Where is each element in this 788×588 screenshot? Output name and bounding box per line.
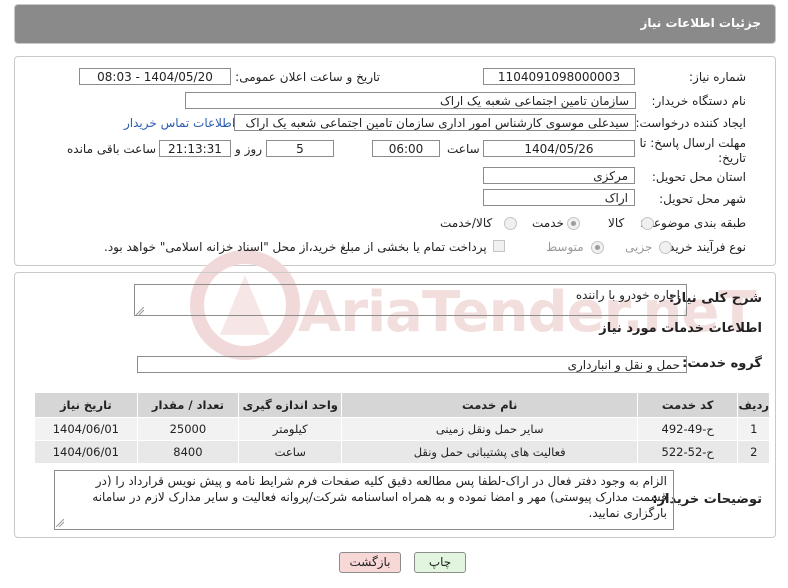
category-radio-goods[interactable]: [641, 217, 654, 230]
buyer-org-label: نام دستگاه خریدار:: [651, 94, 747, 108]
col-qty: تعداد / مقدار: [136, 392, 240, 418]
purchase-radio-minor[interactable]: [659, 241, 672, 254]
remaining-time-field: 21:13:31: [159, 140, 231, 157]
creator-field: سیدعلی موسوی کارشناس امور اداری سازمان ت…: [234, 114, 636, 131]
province-label: استان محل تحویل:: [651, 170, 746, 184]
summary-textarea[interactable]: اجاره خودرو با راننده: [134, 284, 687, 316]
page-title: جزئیات اطلاعات نیاز: [640, 16, 761, 30]
province-field: مرکزی: [483, 167, 635, 184]
treasury-checkbox[interactable]: [493, 240, 505, 252]
table-row: 2 ح-52-522 فعالیت های پشتیبانی حمل ونقل …: [34, 440, 770, 464]
cell-code: ح-52-522: [636, 440, 739, 464]
announce-label: تاریخ و ساعت اعلان عمومی:: [235, 70, 380, 84]
category-option-goods: کالا: [608, 216, 625, 230]
category-label: طبقه بندی موضوعی:: [639, 216, 746, 230]
service-group-field: حمل و نقل و انبارداری: [137, 356, 687, 373]
deadline-label: مهلت ارسال پاسخ: تا: [639, 136, 746, 150]
deadline-time-label: ساعت: [447, 142, 480, 156]
cell-date: 1404/06/01: [34, 440, 138, 464]
resize-handle-icon[interactable]: [136, 307, 144, 315]
page-header: جزئیات اطلاعات نیاز: [14, 4, 776, 44]
need-number-field: 1104091098000003: [483, 68, 635, 85]
print-button[interactable]: چاپ: [414, 552, 466, 573]
col-unit: واحد اندازه گیری: [238, 392, 343, 418]
table-row: 1 ح-49-492 سایر حمل ونقل زمینی کیلومتر 2…: [34, 417, 770, 441]
cell-row: 1: [737, 417, 770, 441]
category-option-service: خدمت: [532, 216, 564, 230]
purchase-option-medium: متوسط: [546, 240, 584, 254]
days-field: 5: [266, 140, 334, 157]
cell-name: سایر حمل ونقل زمینی: [341, 417, 638, 441]
category-radio-service[interactable]: [567, 217, 580, 230]
buyer-contact-link[interactable]: اطلاعات تماس خریدار: [124, 116, 235, 130]
announce-field: 1404/05/20 - 08:03: [79, 68, 231, 85]
col-date: تاریخ نیاز: [34, 392, 138, 418]
cell-unit: ساعت: [238, 440, 343, 464]
col-name: نام خدمت: [341, 392, 638, 418]
need-info-panel: [14, 56, 776, 266]
deadline-time-field: 06:00: [372, 140, 440, 157]
cell-unit: کیلومتر: [238, 417, 343, 441]
services-table: ردیف کد خدمت نام خدمت واحد اندازه گیری ت…: [34, 392, 770, 464]
col-code: کد خدمت: [636, 392, 739, 418]
cell-name: فعالیت های پشتیبانی حمل ونقل: [341, 440, 638, 464]
service-group-label: گروه خدمت:: [682, 356, 762, 371]
services-section-title: اطلاعات خدمات مورد نیاز: [599, 321, 762, 336]
remaining-label: ساعت باقی مانده: [67, 142, 157, 156]
table-header-row: ردیف کد خدمت نام خدمت واحد اندازه گیری ت…: [34, 392, 770, 418]
city-label: شهر محل تحویل:: [659, 192, 746, 206]
treasury-note: پرداخت تمام یا بخشی از مبلغ خرید،از محل …: [104, 240, 487, 254]
buyer-org-field: سازمان تامین اجتماعی شعبه یک اراک: [185, 92, 636, 109]
city-field: اراک: [483, 189, 635, 206]
col-row: ردیف: [737, 392, 770, 418]
need-number-label: شماره نیاز:: [689, 70, 746, 84]
category-option-both: کالا/خدمت: [440, 216, 493, 230]
deadline-date-label: تاریخ:: [718, 151, 746, 165]
cell-code: ح-49-492: [636, 417, 739, 441]
buyer-notes-textarea[interactable]: الزام به وجود دفتر فعال در اراک-لطفا پس …: [54, 470, 674, 530]
cell-date: 1404/06/01: [34, 417, 138, 441]
back-button[interactable]: بازگشت: [339, 552, 401, 573]
cell-qty: 8400: [136, 440, 240, 464]
category-radio-both[interactable]: [504, 217, 517, 230]
days-label: روز و: [235, 142, 262, 156]
cell-row: 2: [737, 440, 770, 464]
resize-handle-icon[interactable]: [56, 519, 64, 527]
purchase-radio-medium[interactable]: [591, 241, 604, 254]
creator-label: ایجاد کننده درخواست:: [635, 116, 746, 130]
deadline-date-field: 1404/05/26: [483, 140, 635, 157]
purchase-type-label: نوع فرآیند خرید :: [661, 240, 746, 254]
cell-qty: 25000: [136, 417, 240, 441]
purchase-option-minor: جزیی: [625, 240, 653, 254]
